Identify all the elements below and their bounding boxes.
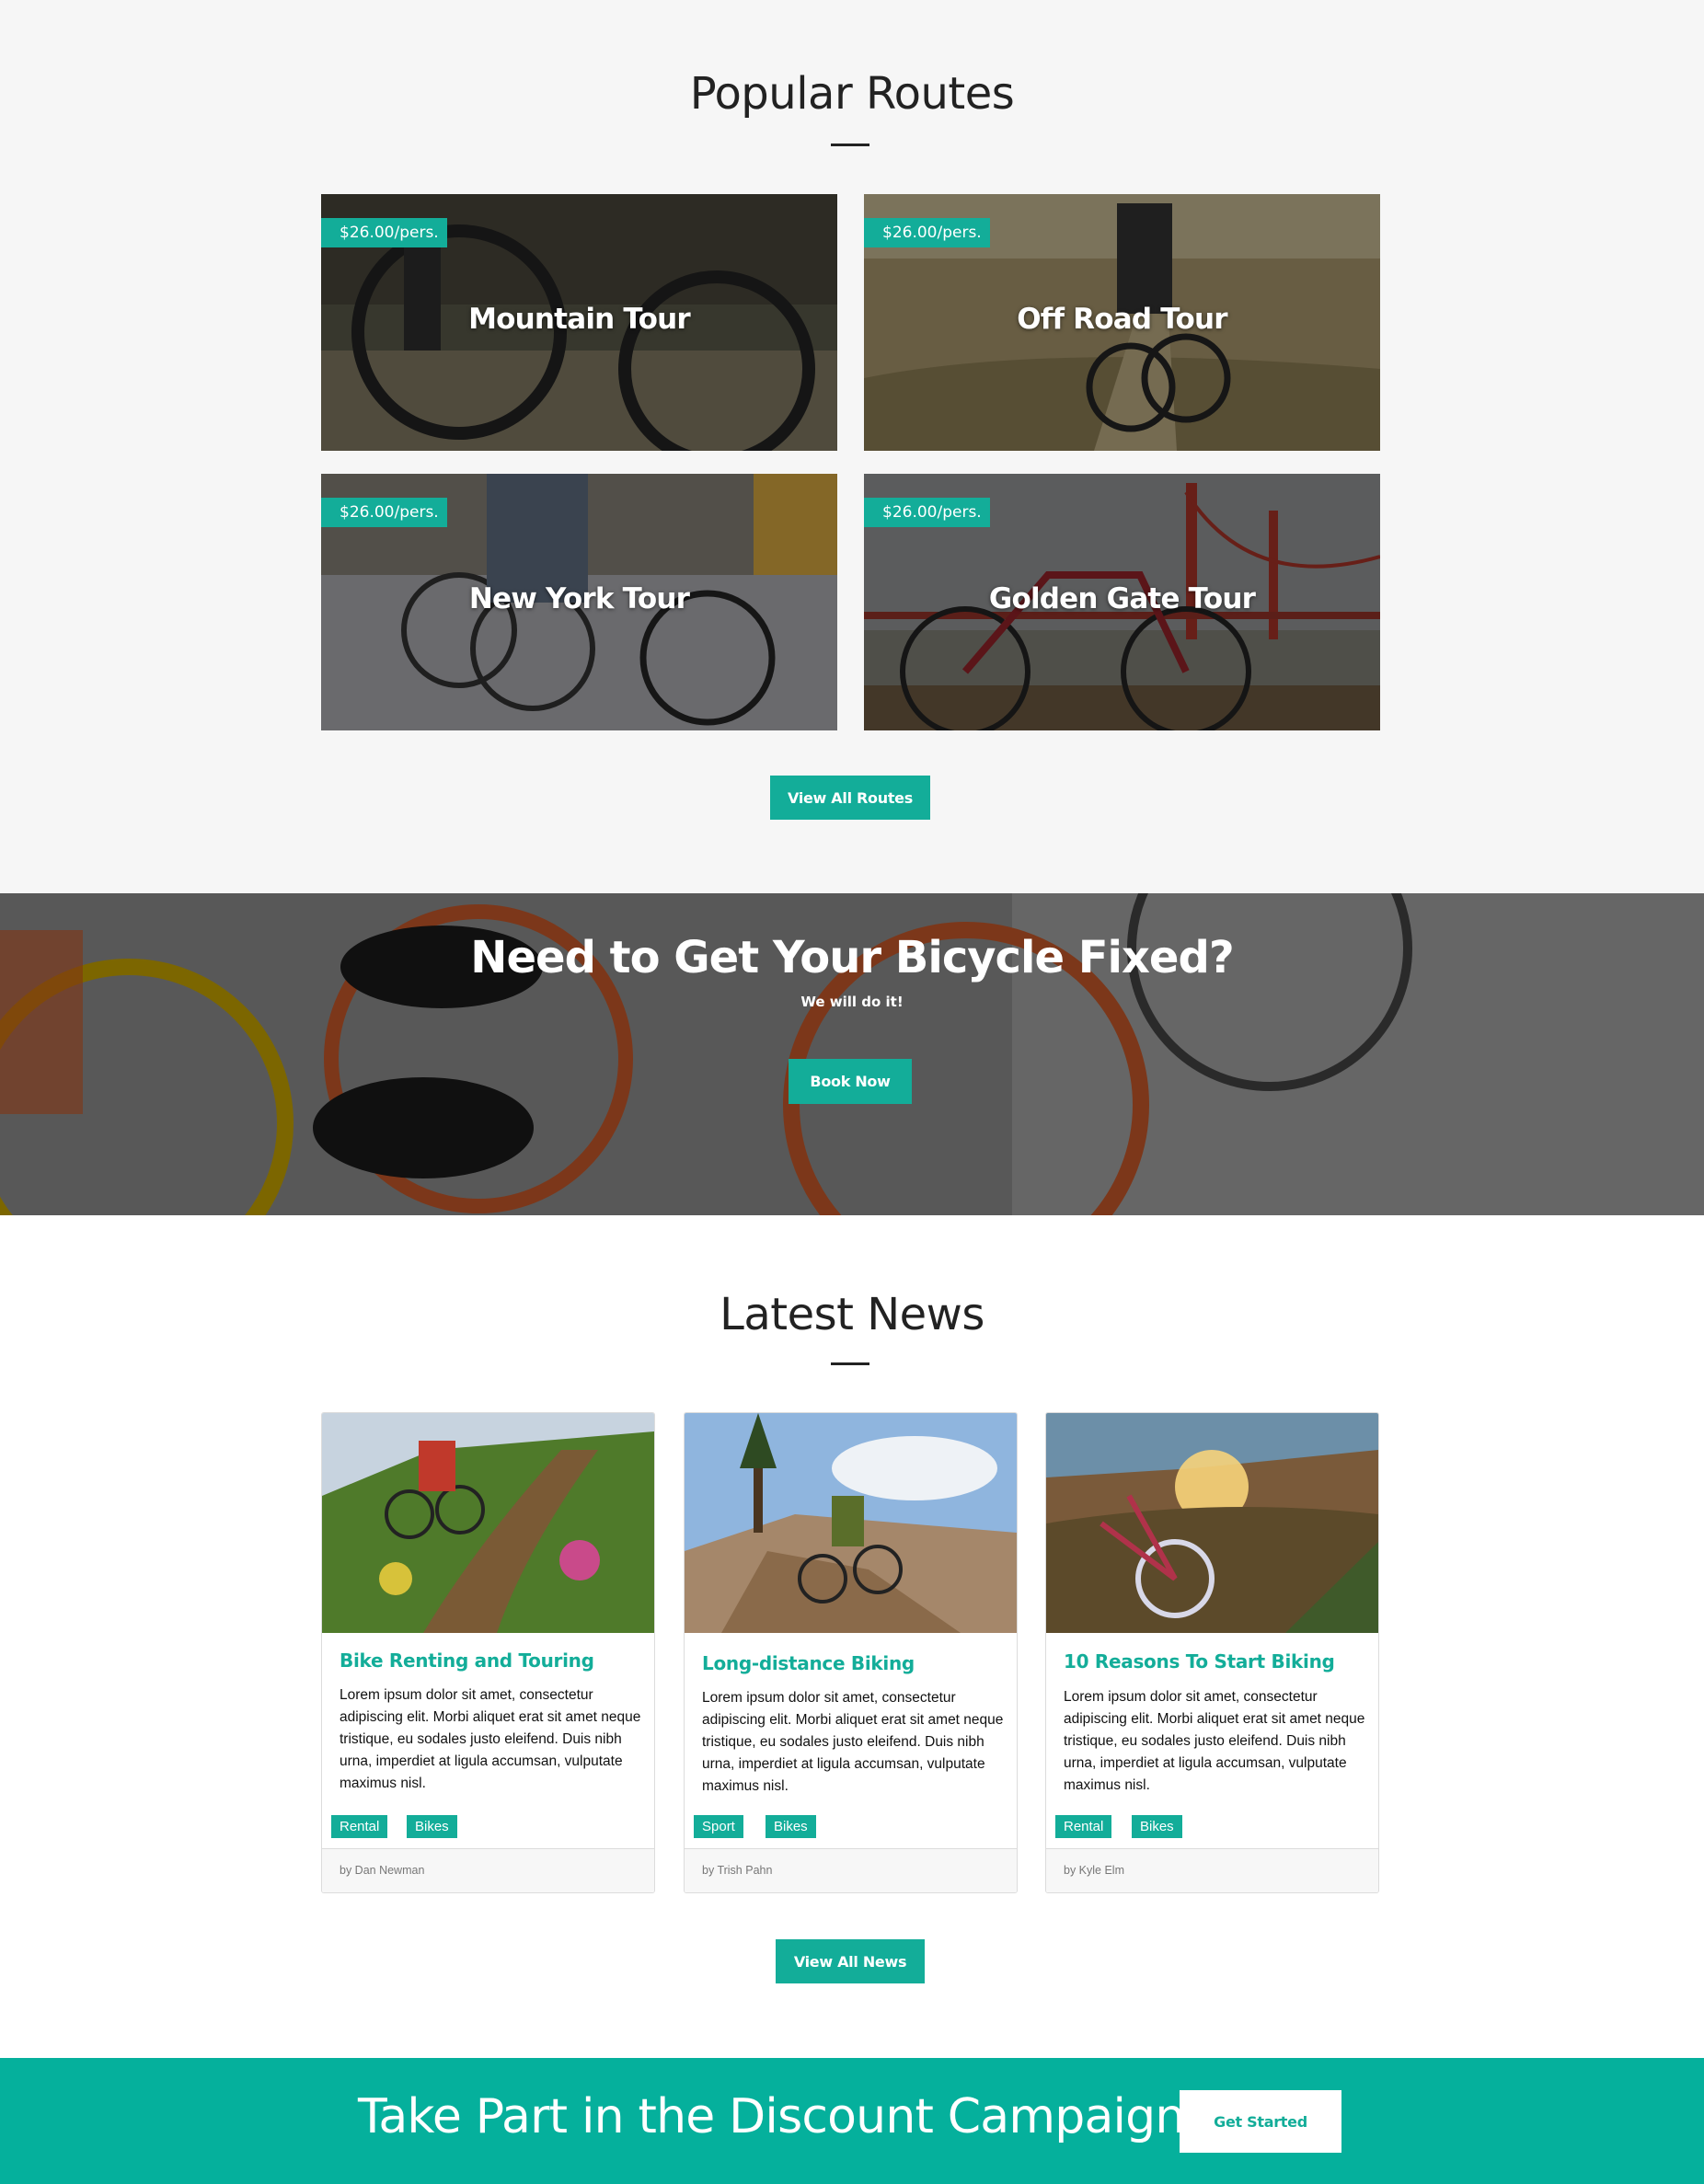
news-title-link[interactable]: Bike Renting and Touring (340, 1649, 594, 1672)
tag-rental[interactable]: Rental (1055, 1815, 1112, 1838)
tag-rental[interactable]: Rental (331, 1815, 388, 1838)
route-card-off-road-tour[interactable]: $26.00/pers. Off Road Tour (864, 194, 1380, 451)
news-author: by Trish Pahn (702, 1864, 773, 1877)
get-started-button[interactable]: Get Started (1180, 2090, 1341, 2153)
route-card-golden-gate-tour[interactable]: $26.00/pers. Golden Gate Tour (864, 474, 1380, 730)
news-image[interactable] (685, 1413, 1017, 1633)
price-badge: $26.00/pers. (864, 218, 990, 247)
route-name: Mountain Tour (468, 303, 691, 336)
news-image[interactable] (322, 1413, 654, 1633)
news-card-footer: by Kyle Elm (1046, 1848, 1378, 1892)
news-title-link[interactable]: 10 Reasons To Start Biking (1064, 1650, 1335, 1672)
repair-subtitle: We will do it! (800, 994, 904, 1010)
latest-news-title: Latest News (720, 1289, 984, 1340)
news-title-link[interactable]: Long-distance Biking (702, 1652, 915, 1674)
campaign-text: Take Part in the Discount Campaign (358, 2089, 1185, 2144)
news-author: by Dan Newman (340, 1864, 425, 1877)
price-badge: $26.00/pers. (321, 218, 447, 247)
route-name: Off Road Tour (1017, 303, 1227, 336)
tag-bikes[interactable]: Bikes (1132, 1815, 1182, 1838)
news-card-footer: by Dan Newman (322, 1848, 654, 1892)
popular-routes-section: Popular Routes $26.00/pers. Mountain Tou… (0, 0, 1704, 893)
tag-bikes[interactable]: Bikes (407, 1815, 457, 1838)
route-card-mountain-tour[interactable]: $26.00/pers. Mountain Tour (321, 194, 837, 451)
route-name: Golden Gate Tour (988, 582, 1256, 615)
repair-banner: Need to Get Your Bicycle Fixed? We will … (0, 893, 1704, 1215)
popular-routes-title: Popular Routes (689, 68, 1015, 120)
book-now-button[interactable]: Book Now (789, 1059, 912, 1104)
news-excerpt: Lorem ipsum dolor sit amet, consectetur … (702, 1690, 1004, 1794)
price-badge: $26.00/pers. (864, 498, 990, 527)
route-card-new-york-tour[interactable]: $26.00/pers. New York Tour (321, 474, 837, 730)
tag-bikes[interactable]: Bikes (766, 1815, 816, 1838)
title-divider (831, 1362, 869, 1365)
view-all-routes-button[interactable]: View All Routes (770, 776, 930, 820)
news-card: 10 Reasons To Start Biking Lorem ipsum d… (1045, 1412, 1379, 1893)
news-card: Bike Renting and Touring Lorem ipsum dol… (321, 1412, 655, 1893)
repair-title: Need to Get Your Bicycle Fixed? (470, 932, 1234, 983)
news-image[interactable] (1046, 1413, 1378, 1633)
title-divider (831, 144, 869, 146)
news-excerpt: Lorem ipsum dolor sit amet, consectetur … (1064, 1689, 1365, 1793)
news-author: by Kyle Elm (1064, 1864, 1124, 1877)
price-badge: $26.00/pers. (321, 498, 447, 527)
route-name: New York Tour (468, 582, 690, 615)
news-card-footer: by Trish Pahn (685, 1848, 1017, 1892)
discount-campaign-banner: Take Part in the Discount Campaign Get S… (0, 2058, 1704, 2184)
news-card: Long-distance Biking Lorem ipsum dolor s… (684, 1412, 1018, 1893)
view-all-news-button[interactable]: View All News (776, 1939, 925, 1983)
news-excerpt: Lorem ipsum dolor sit amet, consectetur … (340, 1687, 641, 1791)
latest-news-section: Latest News Bike Renting and Touring Lor… (0, 1215, 1704, 2058)
tag-sport[interactable]: Sport (694, 1815, 743, 1838)
